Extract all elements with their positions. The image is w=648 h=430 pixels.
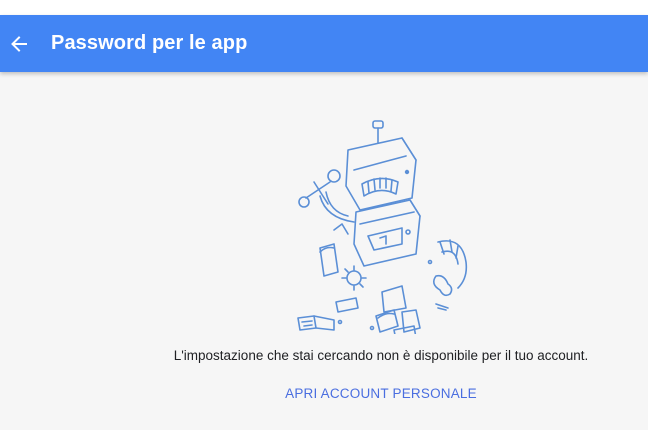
back-button[interactable] [4,29,34,59]
main-content: L'impostazione che stai cercando non è d… [0,72,648,430]
open-personal-account-link-wrapper: APRI ACCOUNT PERSONALE [0,385,648,403]
unavailable-message: L'impostazione che stai cercando non è d… [173,348,589,363]
open-personal-account-button[interactable]: APRI ACCOUNT PERSONALE [285,386,477,401]
arrow-left-icon [11,35,27,52]
app-bar: Password per le app [0,15,648,72]
page-title: Password per le app [51,32,248,54]
broken-robot-icon [297,120,468,334]
top-strip [0,0,648,15]
